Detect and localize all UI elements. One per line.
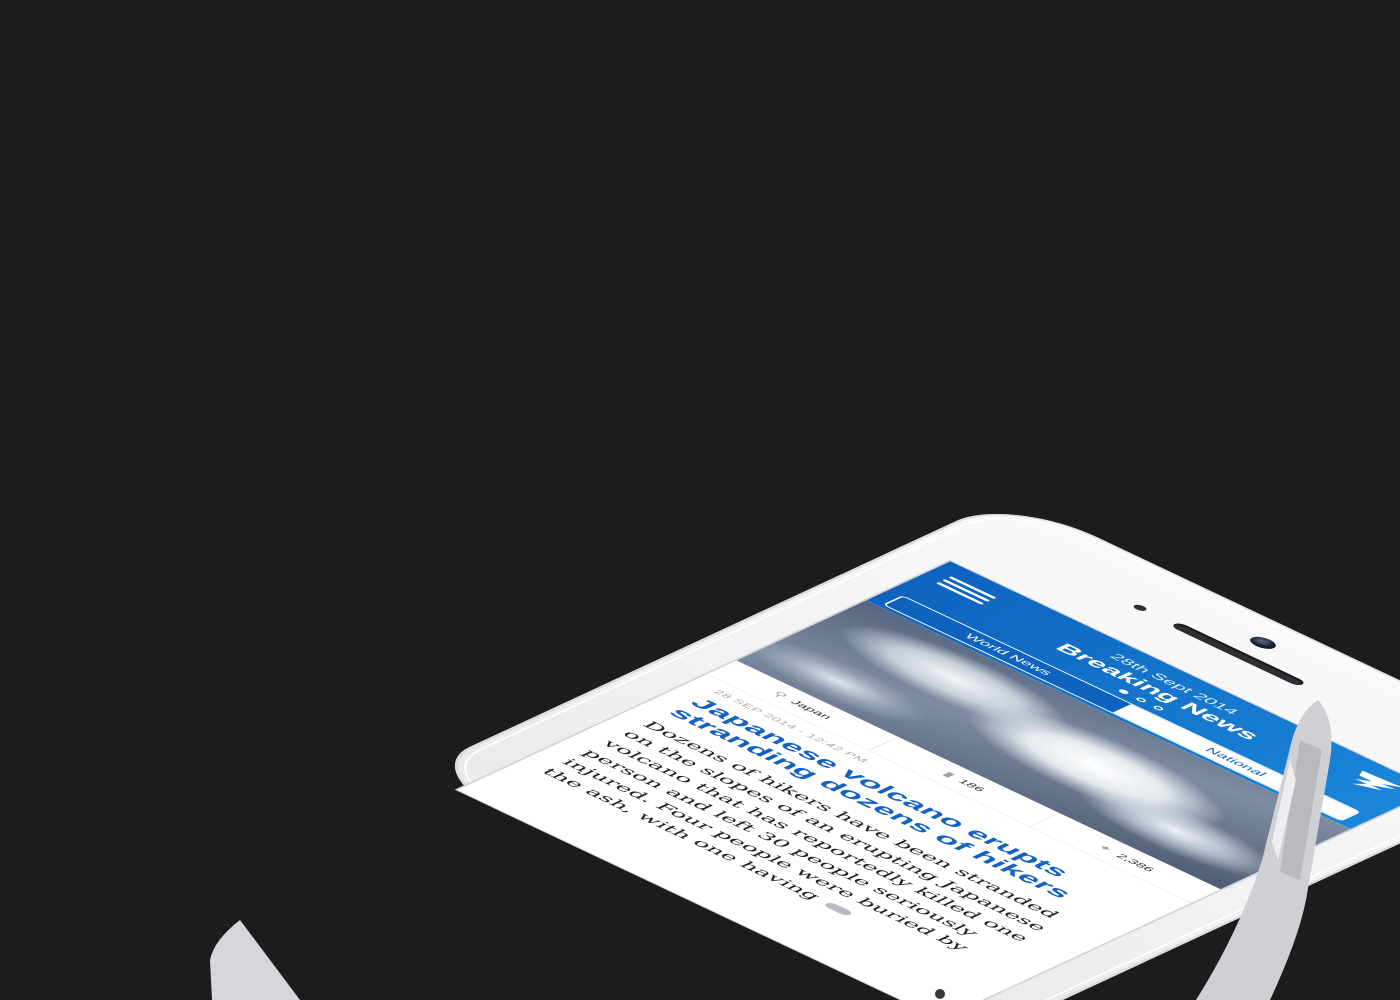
page-dot-active[interactable] [1116,688,1130,695]
twitter-icon: ✦ [1093,843,1116,854]
phone-device: 28th Sept 2014 Breaking News World News … [416,496,1400,1000]
page-dot[interactable] [1134,696,1148,703]
read-more-icon[interactable] [823,901,855,917]
tweet-count: 2,386 [1113,852,1158,873]
mockup-stage: 28th Sept 2014 Breaking News World News … [0,0,1400,1000]
comment-icon: ▮ [939,770,958,779]
phone-body: 28th Sept 2014 Breaking News World News … [416,496,1400,1000]
comment-count: 186 [955,777,988,793]
location-pin-icon: ⚲ [769,690,790,700]
page-dot[interactable] [1151,704,1165,711]
